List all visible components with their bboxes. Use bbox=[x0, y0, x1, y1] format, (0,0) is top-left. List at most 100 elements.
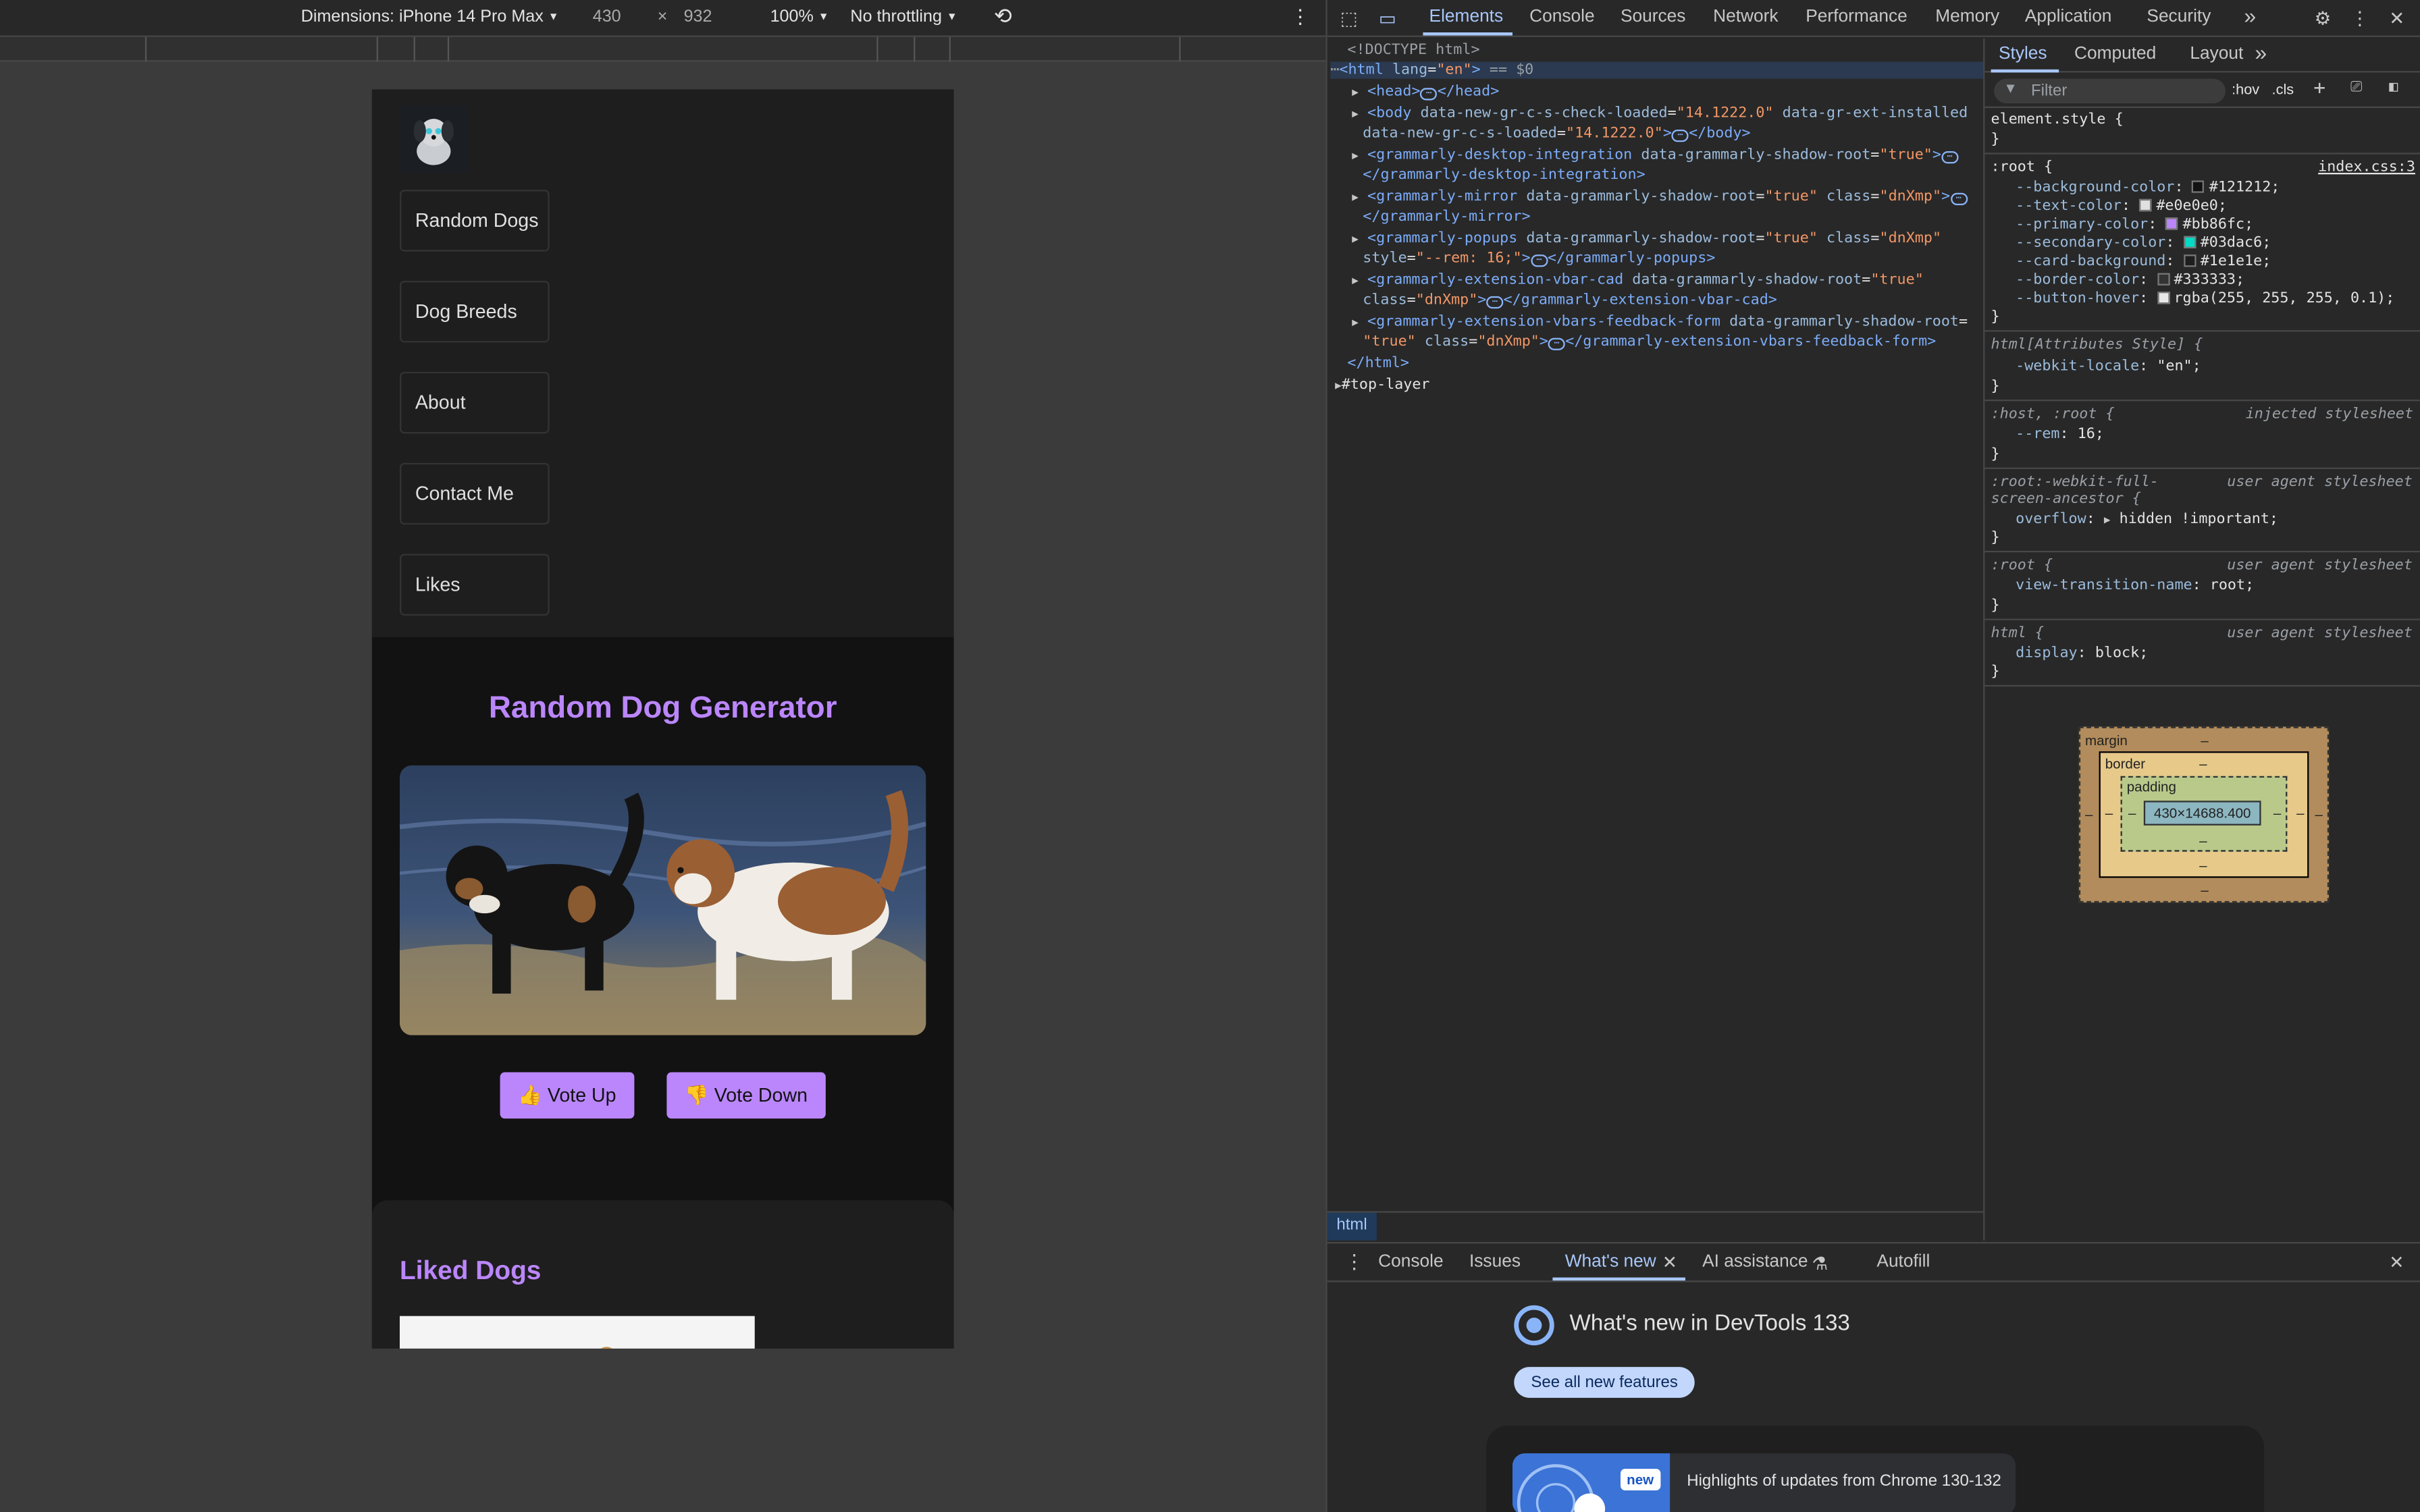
hover-state-toggle[interactable]: :hov bbox=[2232, 82, 2259, 99]
close-tab-icon[interactable]: ✕ bbox=[1662, 1251, 1677, 1272]
tab-performance[interactable]: Performance bbox=[1806, 7, 1907, 26]
overflow-decl[interactable]: overflow: ▶ hidden !important; bbox=[2016, 511, 2278, 528]
customize-menu-icon[interactable]: ⋮ bbox=[2348, 6, 2373, 31]
tab-network[interactable]: Network bbox=[1713, 7, 1778, 26]
box-model-padding[interactable]: padding – – – 430×14688.400 bbox=[2120, 776, 2288, 852]
css-var-text-color[interactable]: --text-color: #e0e0e0; bbox=[2016, 198, 2227, 215]
close-devtools-icon[interactable]: ✕ bbox=[2384, 6, 2409, 31]
tab-layout[interactable]: Layout bbox=[2190, 45, 2243, 63]
vote-up-button[interactable]: 👍 Vote Up bbox=[500, 1072, 635, 1119]
settings-gear-icon[interactable]: ⚙ bbox=[2311, 6, 2336, 31]
drawer-tab-ai-assistance[interactable]: AI assistance bbox=[1702, 1253, 1808, 1271]
nav-about[interactable]: About bbox=[399, 371, 550, 434]
css-var-button-hover[interactable]: --button-hover: rgba(255, 255, 255, 0.1)… bbox=[2016, 290, 2394, 307]
see-all-features-button[interactable]: See all new features bbox=[1514, 1367, 1695, 1398]
close-drawer-icon[interactable]: ✕ bbox=[2389, 1251, 2404, 1272]
root-rule-selector[interactable]: :root { bbox=[1991, 159, 2053, 176]
dom-node-grammarly-popups[interactable]: ▶ <grammarly-popups data-grammarly-shado… bbox=[1352, 230, 1941, 247]
nav-random-dogs[interactable]: Random Dogs bbox=[399, 190, 550, 252]
tab-security[interactable]: Security bbox=[2147, 7, 2211, 26]
new-rule-plus-icon[interactable]: + bbox=[2313, 77, 2325, 100]
nav-likes[interactable]: Likes bbox=[399, 554, 550, 616]
collapsed-ellipsis-icon[interactable]: ⋯ bbox=[1486, 296, 1504, 309]
drawer-tab-autofill[interactable]: Autofill bbox=[1876, 1253, 1930, 1271]
more-options-icon[interactable]: ⋮ bbox=[1290, 5, 1311, 30]
box-model-content-size[interactable]: 430×14688.400 bbox=[2143, 801, 2261, 826]
tab-computed[interactable]: Computed bbox=[2074, 45, 2156, 63]
css-var-border-color[interactable]: --border-color: #333333; bbox=[2016, 271, 2244, 288]
breadcrumb-html[interactable]: html bbox=[1327, 1212, 1377, 1241]
rem-decl[interactable]: --rem: 16; bbox=[2016, 426, 2104, 443]
throttling-select[interactable]: No throttling ▼ bbox=[850, 7, 957, 26]
drawer-tab-whats-new[interactable]: What's new bbox=[1565, 1253, 1656, 1271]
device-toolbar-icon[interactable]: ▭ bbox=[1375, 6, 1400, 31]
dom-node-grammarly-mirror[interactable]: ▶ <grammarly-mirror data-grammarly-shado… bbox=[1352, 188, 1968, 205]
drawer-tab-issues[interactable]: Issues bbox=[1469, 1253, 1521, 1271]
color-swatch[interactable] bbox=[2165, 217, 2178, 230]
css-var-background-color[interactable]: --background-color: #121212; bbox=[2016, 179, 2280, 196]
dom-node-head[interactable]: ▶ <head> ⋯ </head> bbox=[1352, 83, 1499, 101]
dom-node-grammarly-vbar-cad[interactable]: ▶ <grammarly-extension-vbar-cad data-gra… bbox=[1352, 271, 1924, 288]
rotate-icon[interactable]: ⟲ bbox=[994, 3, 1012, 30]
inspect-element-icon[interactable]: ⬚ bbox=[1336, 6, 1361, 31]
more-tabs-icon[interactable]: » bbox=[2244, 3, 2256, 28]
tab-elements[interactable]: Elements bbox=[1429, 7, 1504, 26]
webkit-locale-decl[interactable]: -webkit-locale: "en"; bbox=[2016, 358, 2201, 375]
more-styles-tabs-icon[interactable]: » bbox=[2255, 40, 2267, 65]
computed-styles-icon[interactable]: ⎚ bbox=[2350, 79, 2362, 96]
color-swatch[interactable] bbox=[2192, 180, 2205, 193]
dom-top-layer[interactable]: ▶#top-layer bbox=[1335, 377, 1429, 394]
dom-node-grammarly-desktop[interactable]: ▶ <grammarly-desktop-integration data-gr… bbox=[1352, 146, 1959, 164]
nav-dog-breeds[interactable]: Dog Breeds bbox=[399, 280, 550, 343]
tab-memory[interactable]: Memory bbox=[1935, 7, 1999, 26]
device-dimensions-select[interactable]: Dimensions: iPhone 14 Pro Max ▼ bbox=[301, 7, 559, 26]
nav-contact-me[interactable]: Contact Me bbox=[399, 462, 550, 525]
attributes-style-selector[interactable]: html[Attributes Style] { bbox=[1991, 336, 2203, 353]
host-root-selector[interactable]: :host, :root { bbox=[1991, 406, 2115, 423]
box-model-margin[interactable]: margin – – – – border – – – – padding – … bbox=[2078, 726, 2330, 903]
liked-dog-image[interactable] bbox=[399, 1316, 755, 1349]
display-decl[interactable]: display: block; bbox=[2016, 645, 2148, 662]
collapsed-ellipsis-icon[interactable]: ⋯ bbox=[1950, 192, 1968, 205]
css-var-card-background[interactable]: --card-background: #1e1e1e; bbox=[2016, 253, 2271, 270]
drawer-menu-icon[interactable]: ⋮ bbox=[1344, 1249, 1365, 1274]
html-ua-selector[interactable]: html { bbox=[1991, 625, 2044, 642]
collapsed-ellipsis-icon[interactable]: ⋯ bbox=[1941, 151, 1959, 164]
color-swatch[interactable] bbox=[2183, 254, 2196, 267]
color-swatch[interactable] bbox=[2157, 273, 2169, 286]
root-ua-selector[interactable]: :root { bbox=[1991, 557, 2053, 574]
view-transition-decl[interactable]: view-transition-name: root; bbox=[2016, 577, 2254, 594]
drawer-tab-console[interactable]: Console bbox=[1378, 1253, 1443, 1271]
toggle-sidebar-icon[interactable]: ◧ bbox=[2389, 79, 2398, 96]
fullscreen-ancestor-selector[interactable]: :root:-webkit-full- bbox=[1991, 474, 2159, 491]
css-var-secondary-color[interactable]: --secondary-color: #03dac6; bbox=[2016, 234, 2271, 251]
tab-sources[interactable]: Sources bbox=[1621, 7, 1685, 26]
index-css-source-link[interactable]: index.css:3 bbox=[2318, 159, 2415, 176]
color-swatch[interactable] bbox=[2183, 236, 2196, 248]
color-swatch[interactable] bbox=[2157, 291, 2169, 304]
color-swatch[interactable] bbox=[2139, 198, 2152, 212]
prop-value: #03dac6 bbox=[2200, 234, 2263, 252]
tab-styles[interactable]: Styles bbox=[1999, 45, 2047, 63]
tab-console[interactable]: Console bbox=[1529, 7, 1594, 26]
dom-node-body[interactable]: ▶ <body data-new-gr-c-s-check-loaded="14… bbox=[1352, 105, 1968, 122]
site-logo[interactable] bbox=[399, 105, 468, 173]
height-input[interactable]: 932 bbox=[684, 7, 712, 26]
vote-down-button[interactable]: 👎 Vote Down bbox=[666, 1072, 826, 1119]
styles-filter-input[interactable]: Filter bbox=[1994, 78, 2226, 104]
highlights-link[interactable]: new Highlights of updates from Chrome 13… bbox=[1512, 1453, 2016, 1512]
width-input[interactable]: 430 bbox=[593, 7, 621, 26]
collapsed-ellipsis-icon[interactable]: ⋯ bbox=[1530, 254, 1548, 267]
zoom-select[interactable]: 100% ▼ bbox=[770, 7, 829, 26]
dom-node-grammarly-feedback[interactable]: ▶ <grammarly-extension-vbars-feedback-fo… bbox=[1352, 313, 1968, 330]
box-model-border[interactable]: border – – – – padding – – – 430×14688.4… bbox=[2099, 751, 2309, 878]
dom-node-html[interactable]: ⋯<html lang="en"> == $0 bbox=[1330, 61, 1984, 79]
collapsed-ellipsis-icon[interactable]: ⋯ bbox=[1420, 88, 1438, 101]
css-var-primary-color[interactable]: --primary-color: #bb86fc; bbox=[2016, 216, 2253, 233]
collapsed-ellipsis-icon[interactable]: ⋯ bbox=[1548, 338, 1566, 350]
collapsed-ellipsis-icon[interactable]: ⋯ bbox=[1671, 129, 1689, 142]
tab-application[interactable]: Application bbox=[2025, 7, 2112, 26]
expand-triangle-icon[interactable]: ▶ bbox=[2104, 514, 2111, 526]
element-style-rule[interactable]: element.style { bbox=[1991, 111, 2124, 128]
class-toggle[interactable]: .cls bbox=[2272, 82, 2294, 99]
